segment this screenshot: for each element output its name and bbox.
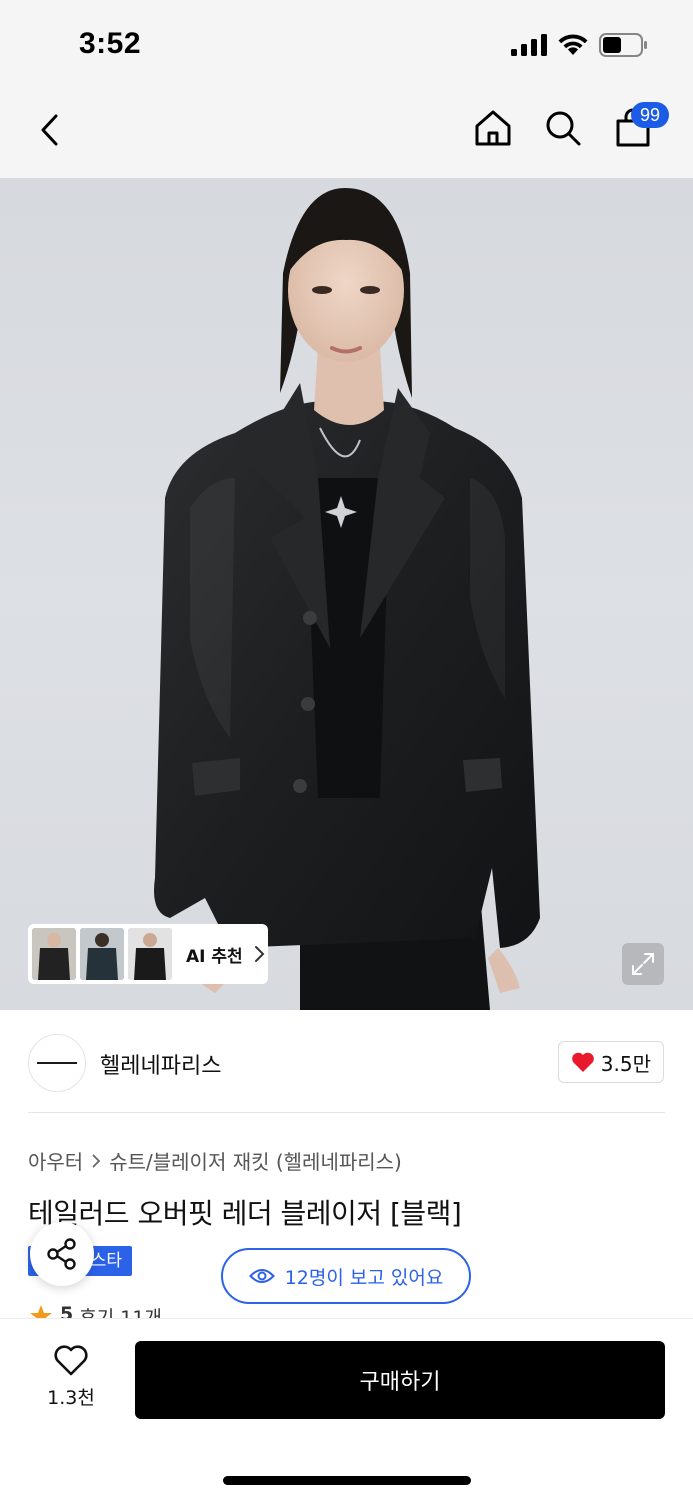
ai-recommend-label: AI 추천 <box>186 946 243 967</box>
wifi-icon <box>558 34 588 55</box>
status-time: 3:52 <box>79 27 142 60</box>
ai-thumbnail <box>32 928 76 980</box>
search-button[interactable] <box>543 106 583 150</box>
battery-icon <box>599 33 647 57</box>
brand-logo[interactable] <box>28 1034 86 1092</box>
product-title: 테일러드 오버핏 레더 블레이저 [블랙] <box>28 1197 462 1230</box>
chevron-right-icon <box>92 1153 101 1168</box>
chevron-left-icon <box>41 114 58 146</box>
nav-actions: 99 <box>473 102 669 150</box>
heart-filled-icon <box>571 1052 594 1072</box>
cart-count-badge: 99 <box>631 102 669 128</box>
brand-like-button[interactable]: 3.5만 <box>557 1041 664 1083</box>
cellular-signal-icon <box>511 34 547 56</box>
bottom-purchase-bar: 1.3천 구매하기 <box>0 1318 693 1501</box>
brand-row: 헬레네파리스 3.5만 <box>0 1010 693 1114</box>
share-icon <box>47 1238 76 1270</box>
top-nav-bar: 99 <box>0 90 693 178</box>
back-button[interactable] <box>32 108 72 152</box>
product-image-carousel[interactable]: AI 추천 <box>0 178 693 1010</box>
ai-thumbnail <box>80 928 124 980</box>
live-viewers-indicator: 12명이 보고 있어요 <box>221 1248 471 1304</box>
home-button[interactable] <box>473 106 513 150</box>
divider <box>28 1112 665 1113</box>
ai-thumbnail <box>128 928 172 980</box>
chevron-right-icon <box>254 946 265 962</box>
cart-button[interactable]: 99 <box>613 102 669 150</box>
breadcrumb-item[interactable]: 아우터 <box>28 1146 83 1175</box>
status-icons <box>511 33 647 57</box>
eye-icon <box>248 1269 275 1283</box>
ai-recommend-button[interactable]: AI 추천 <box>28 924 268 984</box>
breadcrumb: 아우터 슈트/블레이저 재킷 (헬레네파리스) <box>28 1146 402 1175</box>
wishlist-count: 1.3천 <box>47 1387 95 1409</box>
brand-logo-wordmark <box>37 1062 77 1064</box>
expand-image-button[interactable] <box>622 943 664 985</box>
brand-name-link[interactable]: 헬레네파리스 <box>100 1048 221 1080</box>
home-indicator <box>223 1476 471 1485</box>
buy-button[interactable]: 구매하기 <box>135 1341 665 1419</box>
share-button[interactable] <box>30 1222 94 1286</box>
breadcrumb-item[interactable]: 슈트/블레이저 재킷 (헬레네파리스) <box>109 1146 402 1175</box>
expand-icon <box>632 953 654 975</box>
heart-outline-icon <box>54 1345 88 1376</box>
wishlist-button[interactable]: 1.3천 <box>28 1345 114 1410</box>
search-icon <box>546 111 581 146</box>
product-photo <box>154 188 540 1010</box>
home-icon <box>475 110 511 146</box>
status-bar: 3:52 <box>0 0 693 90</box>
live-viewers-text: 12명이 보고 있어요 <box>284 1266 444 1289</box>
brand-like-count: 3.5만 <box>600 1051 651 1076</box>
